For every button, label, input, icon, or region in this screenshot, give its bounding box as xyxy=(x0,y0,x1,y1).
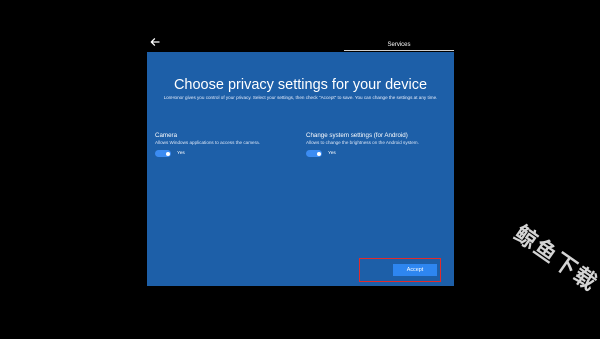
setting-system-description: Allows to change the brightness on the A… xyxy=(306,140,419,145)
page-title: Choose privacy settings for your device xyxy=(173,77,428,93)
page-description: LonHonor gives you control of your priva… xyxy=(163,95,438,100)
toggle-knob xyxy=(316,151,321,156)
setting-camera: Camera Allows Windows applications to ac… xyxy=(155,132,300,158)
system-settings-toggle[interactable] xyxy=(306,150,322,157)
system-toggle-label: Yes xyxy=(328,151,336,156)
camera-toggle-row: Yes xyxy=(155,149,300,158)
toggle-knob xyxy=(165,151,170,156)
accept-button[interactable]: Accept xyxy=(393,264,437,276)
system-toggle-row: Yes xyxy=(306,149,451,158)
setting-camera-title: Camera xyxy=(155,132,178,139)
watermark-logo: 鲸鱼下载 xyxy=(509,221,600,298)
back-arrow-icon xyxy=(150,38,160,46)
setting-system-title: Change system settings (for Android) xyxy=(306,132,408,139)
camera-toggle-label: Yes xyxy=(177,151,185,156)
back-button[interactable] xyxy=(149,36,161,48)
setting-camera-description: Allows Windows applications to access th… xyxy=(155,140,260,145)
privacy-settings-panel: Choose privacy settings for your device … xyxy=(147,52,454,286)
setting-system-settings: Change system settings (for Android) All… xyxy=(306,132,451,158)
tab-services[interactable]: Services xyxy=(344,40,454,51)
camera-toggle[interactable] xyxy=(155,150,171,157)
